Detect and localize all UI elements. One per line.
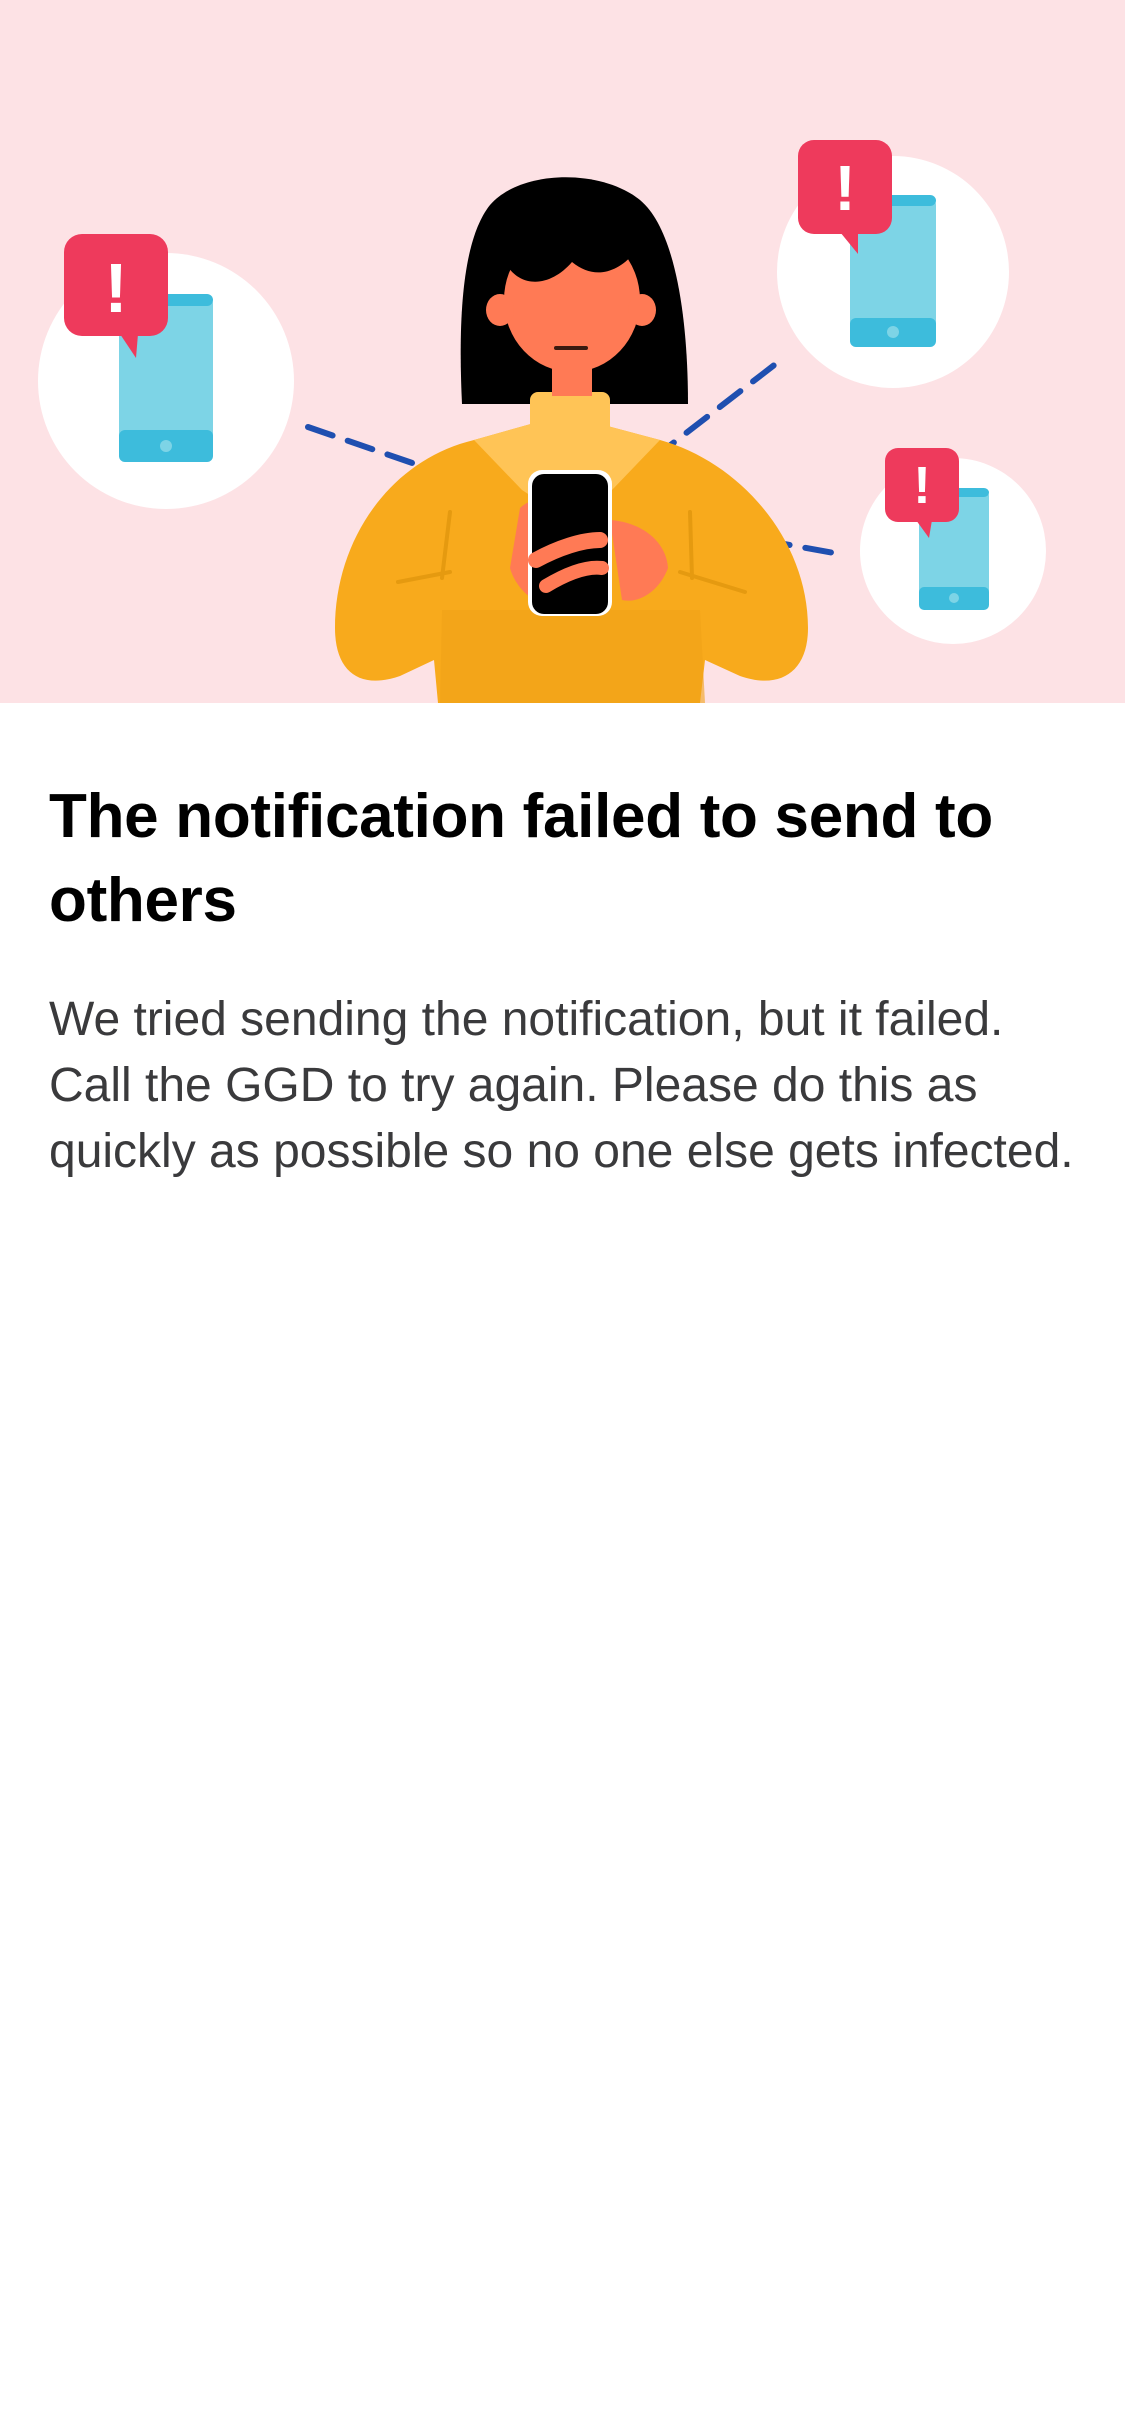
alert-symbol: ! xyxy=(913,457,930,515)
contact-phone-bottom-right: ! xyxy=(860,448,1046,644)
page-title: The notification failed to send to other… xyxy=(49,782,993,935)
alert-symbol: ! xyxy=(104,249,127,327)
alert-symbol: ! xyxy=(834,152,855,224)
hero-illustration: ! ! ! xyxy=(0,0,1125,703)
contact-phone-left: ! xyxy=(38,234,294,509)
message-body: We tried sending the notification, but i… xyxy=(49,993,1074,1178)
illustration-svg: ! ! ! xyxy=(38,140,1046,703)
contact-phone-top-right: ! xyxy=(777,140,1009,388)
message-content: The notification failed to send to other… xyxy=(0,703,1125,1185)
person-holding-phone xyxy=(335,177,808,703)
